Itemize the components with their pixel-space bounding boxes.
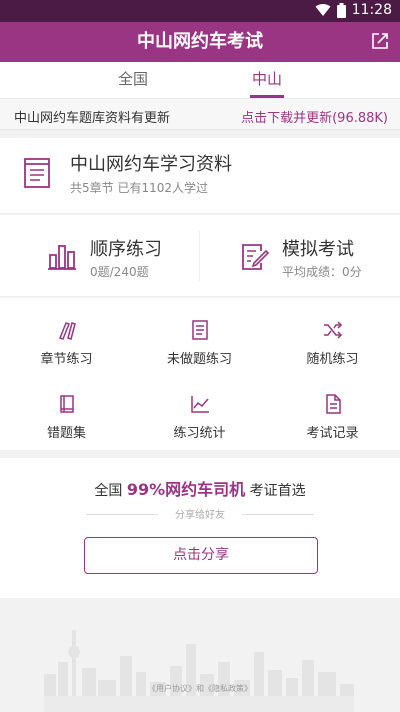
update-notice: 中山网约车题库资料有更新 点击下载并更新(96.88K)	[0, 98, 400, 130]
tab-national[interactable]: 全国	[118, 62, 148, 98]
sequential-practice-progress: 0题/240题	[90, 265, 149, 279]
stats-icon	[191, 396, 209, 413]
materials-subtitle: 共5章节 已有1102人学过	[70, 181, 208, 195]
download-update-link[interactable]: 点击下载并更新(96.88K)	[241, 107, 388, 126]
share-icon[interactable]	[370, 31, 390, 51]
promo-card: 全国 99%网约车司机 考证首选 分享给好友 点击分享	[0, 458, 400, 598]
study-materials-card[interactable]: 中山网约车学习资料 共5章节 已有1102人学过	[0, 138, 400, 214]
function-grid: 章节练习 未做题练习 随机练习 错题集 练习统计 考试记录	[0, 298, 400, 450]
grid-label: 随机练习	[306, 352, 359, 367]
app-bar: 中山网约车考试	[0, 22, 400, 62]
document-icon	[24, 158, 50, 188]
promo-prefix: 全国	[94, 483, 123, 499]
shuffle-icon	[324, 321, 343, 339]
divider	[199, 231, 200, 281]
materials-title: 中山网约车学习资料	[70, 154, 232, 175]
chapter-practice[interactable]: 章节练习	[0, 306, 133, 376]
bar-chart-icon	[48, 245, 76, 270]
promo-slogan: 全国 99%网约车司机 考证首选	[0, 476, 400, 500]
exam-edit-icon	[242, 244, 269, 270]
legal-links[interactable]: 《用户协议》和《隐私政策》	[0, 683, 400, 694]
city-skyline-image	[44, 630, 354, 712]
undone-icon	[192, 320, 208, 340]
sequential-practice-title: 顺序练习	[90, 239, 162, 260]
status-time: 11:28	[351, 2, 392, 18]
mock-exam-title: 模拟考试	[282, 239, 354, 260]
wrong-questions[interactable]: 错题集	[0, 380, 133, 450]
wrong-book-icon	[60, 395, 74, 413]
status-bar: 11:28	[0, 0, 400, 22]
promo-highlight: 99%网约车司机	[126, 480, 246, 499]
share-button[interactable]: 点击分享	[84, 537, 318, 574]
promo-suffix: 考证首选	[249, 483, 306, 499]
divider	[242, 514, 314, 515]
practice-row: 顺序练习 0题/240题 模拟考试 平均成绩：0分	[0, 215, 400, 297]
page-title: 中山网约车考试	[137, 31, 263, 52]
grid-label: 章节练习	[40, 352, 93, 367]
share-hint: 分享给好友	[86, 506, 314, 522]
wifi-icon	[315, 4, 331, 16]
status-icons: 11:28	[315, 2, 392, 18]
grid-label: 未做题练习	[166, 352, 232, 367]
footer-area: 《用户协议》和《隐私政策》	[0, 598, 400, 712]
grid-label: 练习统计	[173, 426, 226, 441]
exam-record-icon	[326, 394, 341, 414]
battery-icon	[336, 2, 346, 18]
exam-records[interactable]: 考试记录	[266, 380, 399, 450]
random-practice[interactable]: 随机练习	[266, 306, 399, 376]
mock-exam-score: 平均成绩：0分	[282, 265, 362, 279]
tab-zhongshan[interactable]: 中山	[252, 62, 282, 98]
region-tabs: 全国 中山	[0, 62, 400, 98]
chapter-icon	[59, 322, 76, 340]
grid-label: 考试记录	[306, 426, 359, 441]
undone-practice[interactable]: 未做题练习	[133, 306, 266, 376]
practice-stats[interactable]: 练习统计	[133, 380, 266, 450]
grid-label: 错题集	[46, 426, 86, 441]
update-notice-text: 中山网约车题库资料有更新	[14, 111, 171, 126]
